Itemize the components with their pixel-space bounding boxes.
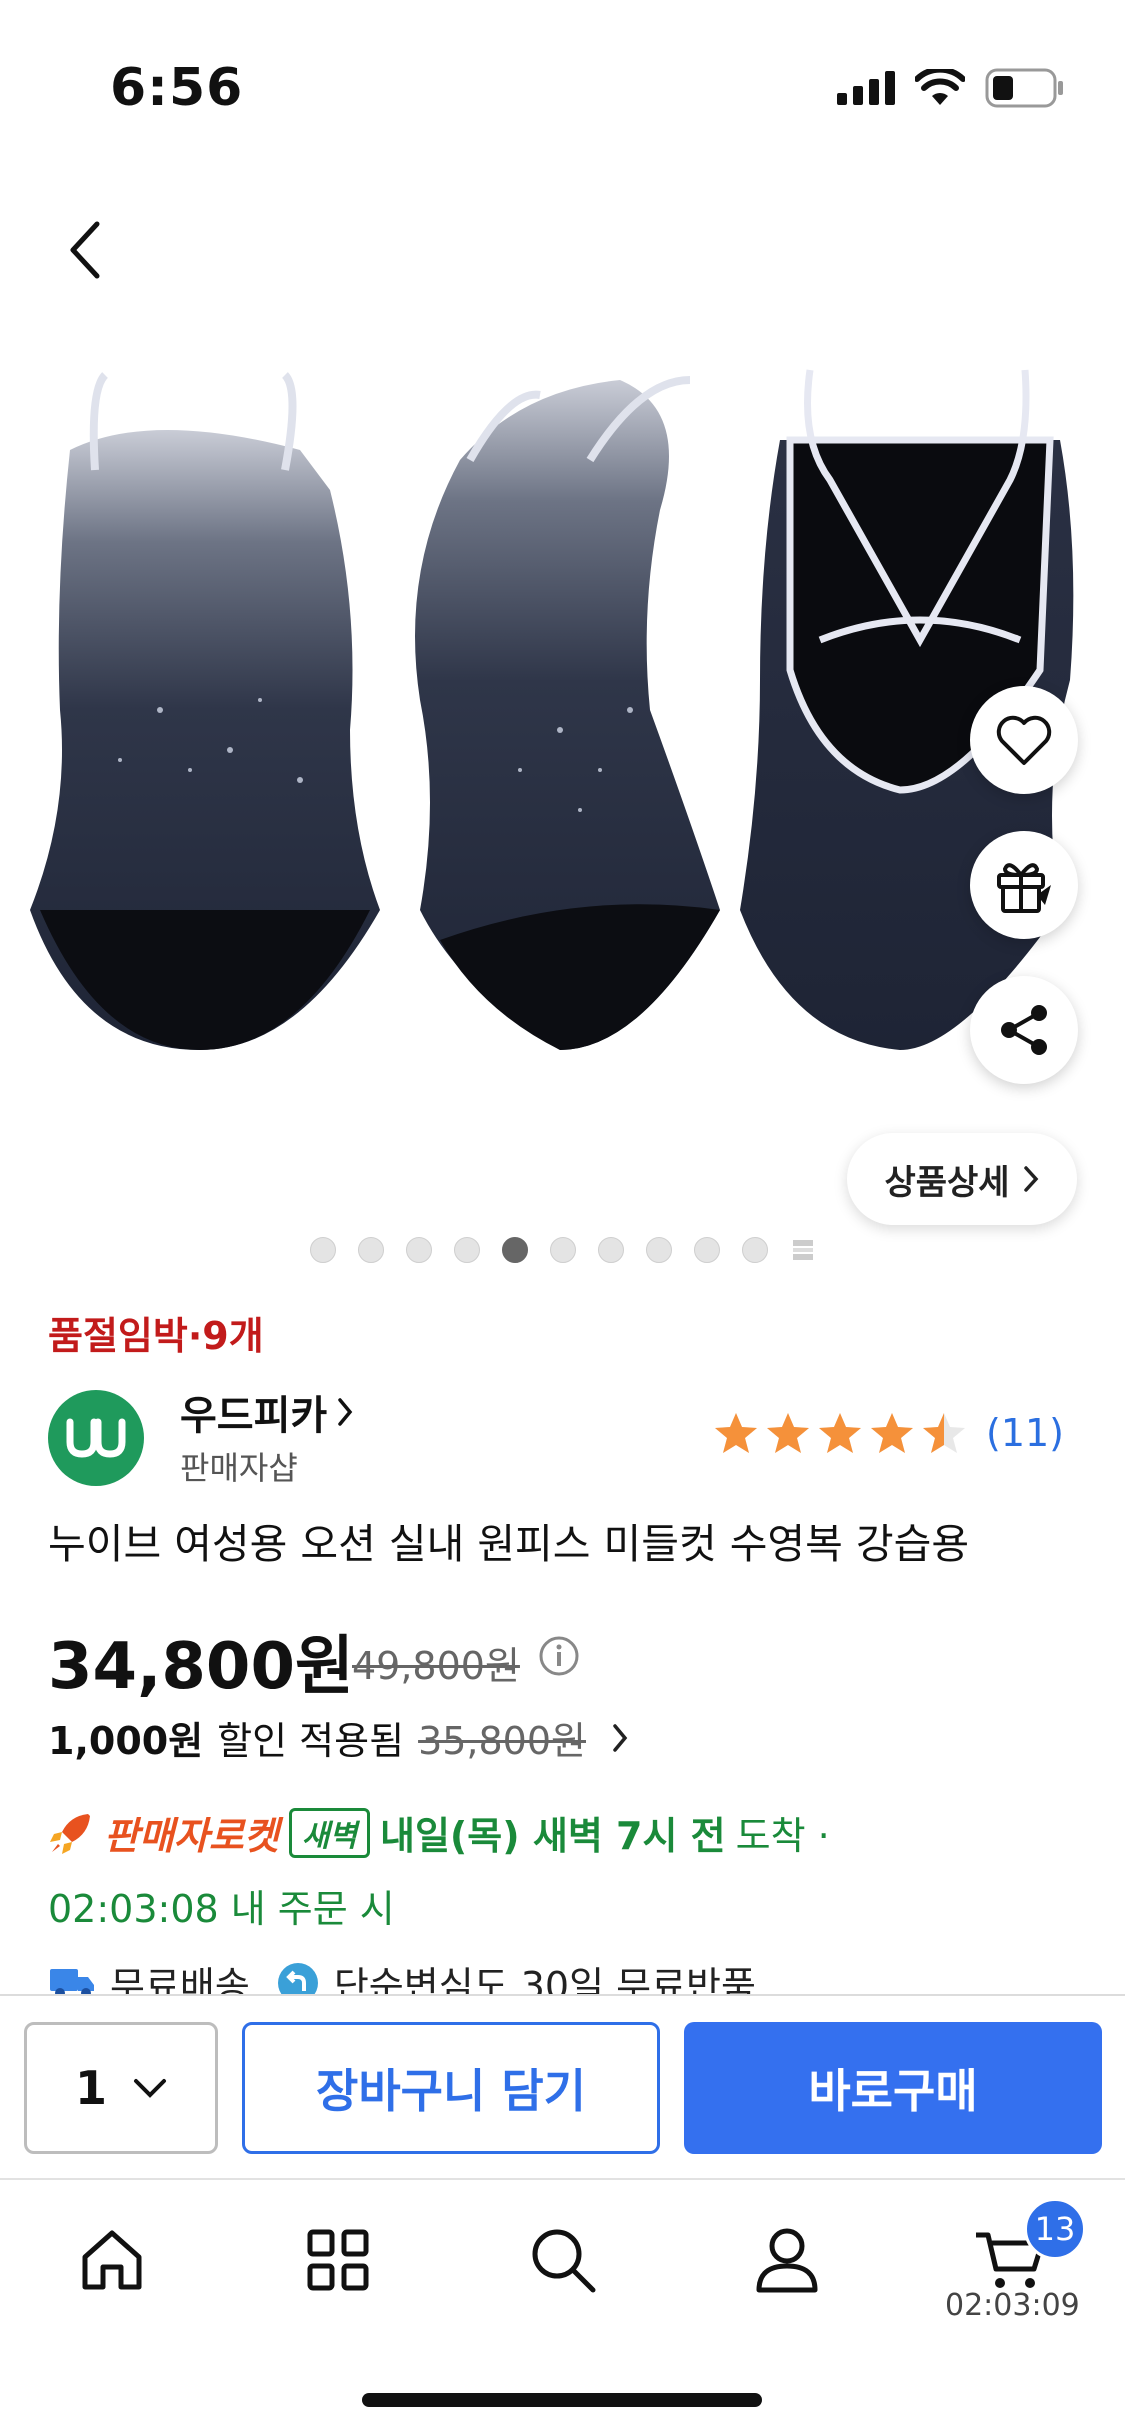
tabbar-divider [0, 2178, 1125, 2180]
shop-name: 우드피카 [180, 1393, 328, 1439]
home-icon [82, 2230, 142, 2290]
pagination-dot[interactable] [501, 1237, 528, 1263]
pagination-dot[interactable] [645, 1237, 672, 1263]
shop-type: 판매자샵 [180, 1449, 298, 1487]
pagination-dot[interactable] [741, 1237, 768, 1263]
add-to-cart-button[interactable]: 장바구니 담기 [242, 2022, 660, 2154]
star-icon [715, 1413, 757, 1453]
share-button[interactable] [970, 976, 1078, 1084]
tab-search[interactable] [503, 2210, 623, 2310]
user-icon [756, 2228, 818, 2293]
discount-text: 할인 적용됨 [217, 1719, 405, 1763]
pagination-dot[interactable] [405, 1237, 432, 1263]
rocket-icon [50, 1813, 90, 1854]
pagination-dot[interactable] [549, 1237, 576, 1263]
info-icon[interactable] [538, 1635, 580, 1677]
heart-icon [996, 715, 1052, 765]
status-time: 6:56 [110, 58, 244, 118]
search-icon [532, 2229, 596, 2293]
arrival-time: 내일(목) 새벽 7시 전 [380, 1814, 726, 1858]
buy-now-button[interactable]: 바로구매 [684, 2022, 1102, 2154]
grid-icon [307, 2229, 369, 2291]
share-icon [1001, 1005, 1047, 1055]
quantity-value: 1 [74, 2061, 107, 2115]
star-icon [923, 1413, 965, 1453]
back-button[interactable] [40, 205, 130, 295]
gift-icon [997, 863, 1051, 913]
delivery-info: 판매자로켓 새벽 내일(목) 새벽 7시 전 도착 · [48, 1805, 830, 1860]
pagination-dot[interactable] [309, 1237, 336, 1263]
order-deadline: 02:03:08 내 주문 시 [48, 1887, 395, 1931]
wishlist-button[interactable] [970, 686, 1078, 794]
arrival-suffix: 도착 · [735, 1814, 830, 1858]
pagination-dot[interactable] [693, 1237, 720, 1263]
chevron-right-icon [338, 1398, 353, 1426]
shop-logo[interactable] [48, 1390, 144, 1486]
gallery-pagination [0, 1235, 1125, 1265]
shop-name-link[interactable]: 우드피카 [180, 1383, 355, 1441]
dawn-badge: 새벽 [288, 1807, 371, 1858]
tab-my-account[interactable] [727, 2210, 847, 2310]
chevron-right-icon [1023, 1166, 1038, 1192]
review-count[interactable]: (11) [986, 1411, 1064, 1455]
sale-price: 34,800원 [48, 1630, 354, 1704]
battery-icon [985, 68, 1063, 108]
discount-amount: 1,000원 [48, 1719, 204, 1763]
tab-home[interactable] [52, 2210, 172, 2310]
star-icon [871, 1413, 913, 1453]
star-icon [767, 1413, 809, 1453]
star-icon [819, 1413, 861, 1453]
home-indicator [362, 2393, 762, 2407]
quantity-select[interactable]: 1 [24, 2022, 218, 2154]
gift-button[interactable] [970, 831, 1078, 939]
gallery-grid-icon[interactable] [790, 1237, 816, 1263]
shop-logo-mark [66, 1418, 126, 1458]
product-detail-button[interactable]: 상품상세 [847, 1133, 1077, 1225]
original-price: 49,800원 [352, 1644, 520, 1688]
rating-stars[interactable]: (11) [712, 1410, 1064, 1456]
product-image-gallery[interactable] [0, 350, 1125, 1100]
pagination-dot[interactable] [453, 1237, 480, 1263]
status-icons [837, 66, 1065, 110]
cart-count-badge: 13 [1024, 2198, 1086, 2260]
pagination-dot[interactable] [357, 1237, 384, 1263]
discount-row[interactable]: 1,000원 할인 적용됨 35,800원 [48, 1710, 630, 1765]
pre-discount-price: 35,800원 [418, 1719, 586, 1763]
stock-warning: 품절임박·9개 [48, 1314, 264, 1358]
signal-icon [837, 71, 895, 105]
stars-group [712, 1410, 968, 1456]
product-image [30, 369, 1074, 1050]
chevron-down-icon [134, 2079, 166, 2098]
chevron-left-icon [70, 221, 100, 279]
wifi-icon [915, 69, 965, 105]
tab-categories[interactable] [278, 2210, 398, 2310]
chevron-right-icon [613, 1723, 628, 1752]
seller-rocket-label: 판매자로켓 [104, 1814, 279, 1858]
product-detail-label: 상품상세 [884, 1162, 1010, 1203]
pagination-dot[interactable] [597, 1237, 624, 1263]
cart-timer: 02:03:09 [945, 2288, 1080, 2323]
product-title: 누이브 여성용 오션 실내 원피스 미들컷 수영복 강습용 [48, 1520, 970, 1568]
